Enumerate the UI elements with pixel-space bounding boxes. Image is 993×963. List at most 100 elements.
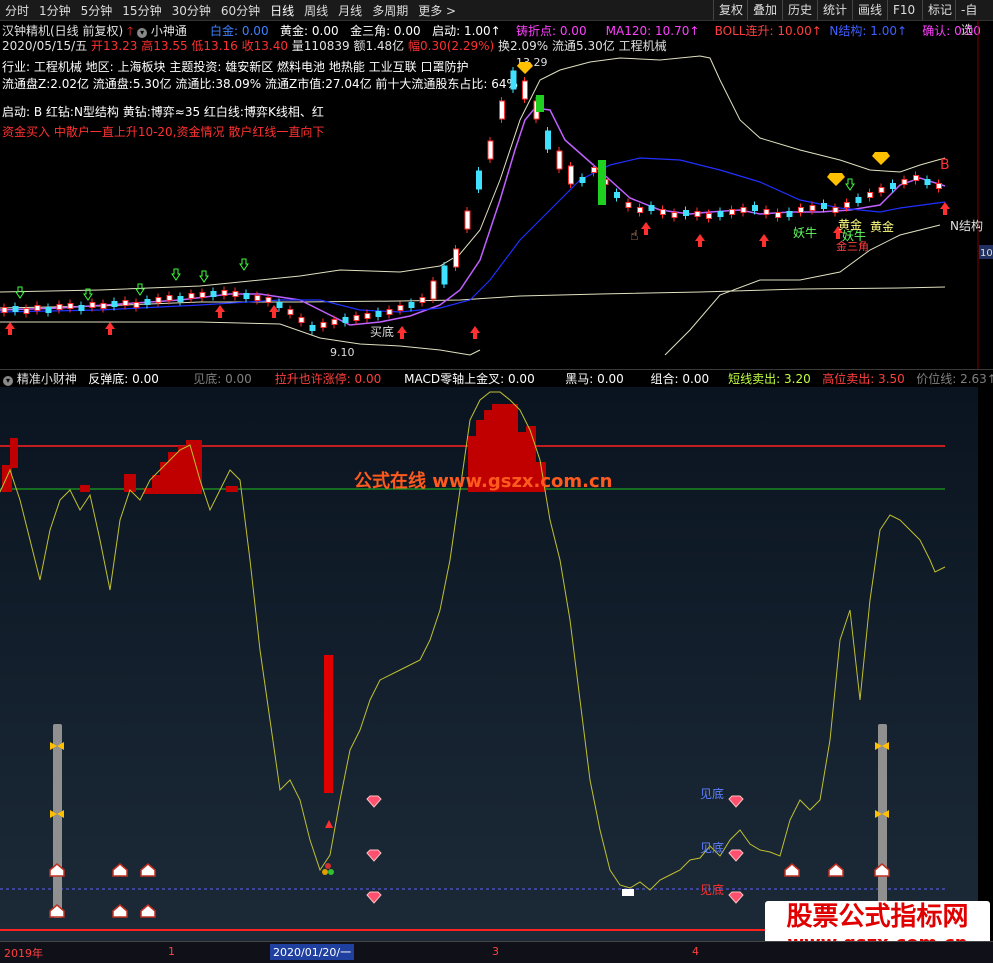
candle [740, 207, 747, 213]
candle [309, 325, 316, 331]
candle [775, 212, 781, 218]
down-arrow-icon [135, 283, 145, 296]
candle [614, 192, 620, 198]
candle [210, 291, 217, 297]
lasheng-bar [324, 655, 333, 793]
candle [545, 130, 551, 150]
candle [287, 309, 294, 315]
candle [763, 209, 770, 215]
low-price-label: 9.10 [330, 346, 355, 359]
candle [625, 202, 632, 208]
tab-fenshi[interactable]: 分时 [0, 2, 34, 19]
candle [1, 307, 8, 313]
combo-dot-icon [325, 863, 331, 869]
candle [598, 160, 606, 205]
tab-15min[interactable]: 15分钟 [117, 2, 166, 19]
candle [276, 302, 283, 308]
up-arrow-icon [470, 326, 480, 339]
candle [221, 290, 228, 296]
candle [901, 179, 908, 185]
candle [320, 322, 327, 328]
signal-arrows [5, 178, 950, 339]
up-arrow-icon [215, 305, 225, 318]
candle [56, 304, 63, 310]
candle [786, 211, 793, 217]
candle [111, 301, 118, 307]
jinshan-column [53, 724, 62, 918]
boll-upper [0, 55, 946, 293]
candle [706, 213, 712, 219]
stats-button[interactable]: 统计 [817, 0, 852, 20]
draw-line-button[interactable]: 画线 [852, 0, 887, 20]
candle [89, 302, 96, 308]
candle [34, 305, 41, 311]
yaoniu-label: 妖牛 [793, 225, 817, 240]
candle [752, 205, 758, 211]
up-arrow-icon [695, 234, 705, 247]
axis-cursor-label: 2020/01/20/一 [270, 944, 355, 960]
indicator-item: 高位卖出: 3.50 [822, 372, 905, 386]
watchlist-button[interactable]: -自选 [955, 0, 993, 37]
indicator-header: ▾ 精准小财神 反弹底: 0.00 见底: 0.00 拉升也许涨停: 0.00 … [0, 370, 993, 387]
down-arrow-icon [171, 268, 181, 281]
candle [353, 315, 360, 321]
candle [913, 175, 919, 181]
candle [23, 308, 30, 314]
candle [878, 187, 885, 193]
axis-label: 3 [492, 945, 499, 958]
candle [648, 205, 655, 211]
time-axis: 2019年 1 2020/01/20/一 3 4 [0, 941, 993, 963]
candle [832, 207, 839, 213]
tab-monthly[interactable]: 月线 [333, 2, 367, 19]
candle [45, 307, 52, 313]
boll-lower-right [664, 224, 941, 356]
jinshan-column [878, 724, 887, 918]
candle [476, 170, 482, 190]
f10-button[interactable]: F10 [887, 0, 920, 20]
hand-pointer-icon: ☝ [630, 228, 639, 244]
mark-button[interactable]: 标记 [922, 0, 957, 20]
candle [243, 293, 250, 299]
tab-daily[interactable]: 日线 [265, 2, 299, 19]
n-structure-label: N结构 [950, 218, 983, 233]
candle [133, 302, 140, 308]
gold-diamond-icon [517, 62, 533, 74]
candle [331, 319, 338, 325]
candle [717, 211, 724, 217]
candle [683, 210, 689, 216]
candle [924, 179, 931, 185]
tab-5min[interactable]: 5分钟 [76, 2, 118, 19]
tab-multi-period[interactable]: 多周期 [367, 2, 413, 19]
price-chart[interactable]: 10 13.29 买底 9.10 妖牛 妖牛 黄金 黄金 金三角 N结构 B ☝ [0, 20, 993, 370]
fuquan-button[interactable]: 复权 [713, 0, 748, 20]
candle [821, 203, 827, 209]
tab-30min[interactable]: 30分钟 [167, 2, 216, 19]
up-arrow-icon [105, 322, 115, 335]
candle [166, 295, 173, 301]
bottom-marker [622, 889, 634, 896]
candle [671, 212, 678, 218]
candle [568, 165, 574, 185]
indicator-dropdown-icon[interactable]: ▾ [3, 376, 13, 386]
indicator-item: 拉升也许涨停: 0.00 [274, 372, 382, 386]
indicator-chart[interactable]: 见底 见底 见底 公式在线 www.gszx.com.cn [0, 387, 993, 941]
up-arrow-icon [759, 234, 769, 247]
tab-more[interactable]: 更多 > [413, 2, 461, 19]
tab-60min[interactable]: 60分钟 [216, 2, 265, 19]
candle [122, 300, 129, 306]
candle [536, 95, 544, 112]
overlay-button[interactable]: 叠加 [747, 0, 782, 20]
candle [556, 150, 563, 170]
down-arrow-icon [199, 270, 209, 283]
history-button[interactable]: 历史 [782, 0, 817, 20]
indicator-item: 见底: 0.00 [193, 372, 252, 386]
candle [298, 317, 305, 323]
candle [342, 317, 349, 323]
candle [694, 211, 701, 217]
indicator-title: 精准小财神 [16, 372, 77, 386]
candle [408, 302, 415, 308]
tab-1min[interactable]: 1分钟 [34, 2, 76, 19]
candle [453, 248, 459, 268]
tab-weekly[interactable]: 周线 [299, 2, 333, 19]
huangjin-label: 黄金 [838, 217, 862, 232]
